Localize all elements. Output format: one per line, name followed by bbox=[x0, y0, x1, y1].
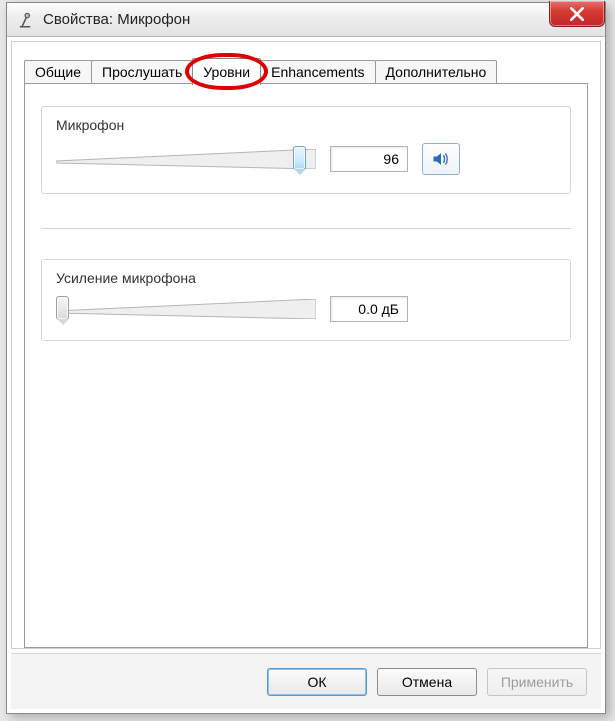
apply-button[interactable]: Применить bbox=[487, 668, 587, 696]
microphone-boost-value[interactable]: 0.0 дБ bbox=[330, 296, 408, 322]
microphone-level-label: Микрофон bbox=[56, 117, 556, 133]
tab-enhancements[interactable]: Enhancements bbox=[260, 60, 375, 84]
window-title: Свойства: Микрофон bbox=[43, 11, 190, 28]
tab-advanced[interactable]: Дополнительно bbox=[375, 60, 498, 84]
microphone-boost-slider[interactable] bbox=[56, 296, 316, 322]
close-icon bbox=[570, 7, 584, 21]
tabstrip: Общие Прослушать Уровни Enhancements Доп… bbox=[24, 56, 588, 84]
slider-thumb[interactable] bbox=[56, 296, 69, 320]
microphone-level-group: Микрофон 96 bbox=[41, 106, 571, 194]
slider-thumb[interactable] bbox=[293, 146, 306, 170]
tab-listen[interactable]: Прослушать bbox=[91, 60, 193, 84]
microphone-boost-group: Усиление микрофона 0.0 дБ bbox=[41, 259, 571, 341]
mic-stand-icon bbox=[13, 8, 37, 32]
microphone-level-value[interactable]: 96 bbox=[330, 146, 408, 172]
dialog-footer: ОК Отмена Применить bbox=[11, 653, 601, 709]
titlebar[interactable]: Свойства: Микрофон bbox=[7, 3, 605, 37]
tab-levels[interactable]: Уровни bbox=[192, 58, 261, 85]
speaker-icon bbox=[431, 149, 451, 169]
divider bbox=[41, 228, 571, 229]
microphone-boost-label: Усиление микрофона bbox=[56, 270, 556, 286]
ok-button[interactable]: ОК bbox=[267, 668, 367, 696]
tab-general[interactable]: Общие bbox=[24, 60, 92, 84]
mute-button[interactable] bbox=[422, 143, 460, 175]
properties-window: Свойства: Микрофон Общие Прослушать Уров… bbox=[6, 2, 606, 714]
cancel-button[interactable]: Отмена bbox=[377, 668, 477, 696]
tab-pane-levels: Микрофон 96 bbox=[24, 83, 588, 648]
microphone-level-slider[interactable] bbox=[56, 146, 316, 172]
client-area: Общие Прослушать Уровни Enhancements Доп… bbox=[11, 41, 601, 649]
close-button[interactable] bbox=[549, 1, 605, 27]
